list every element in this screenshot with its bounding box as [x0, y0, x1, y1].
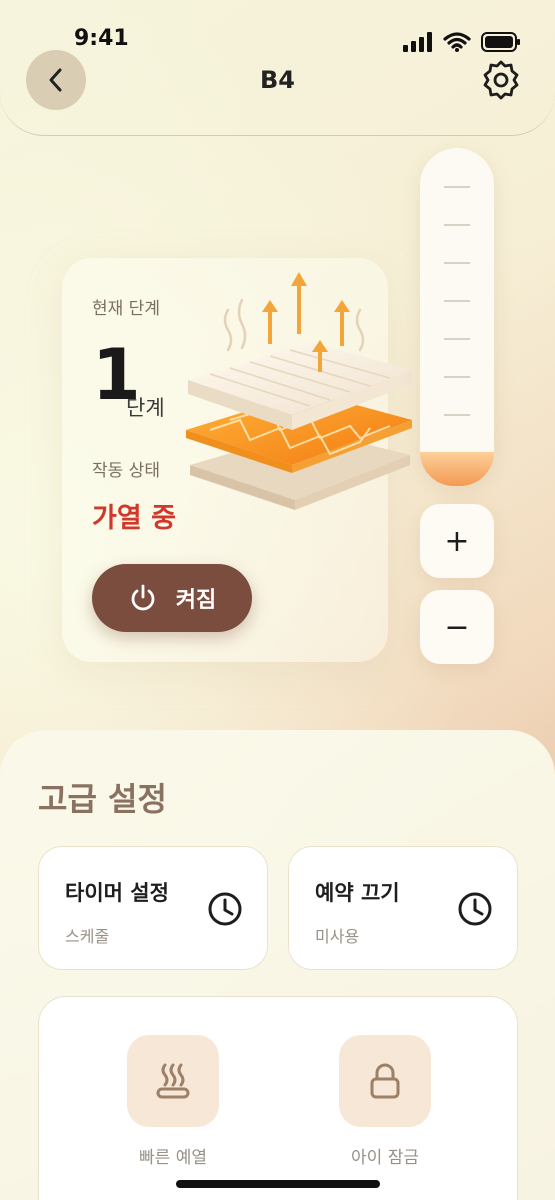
- heat-waves-icon: [156, 1063, 190, 1099]
- heater-pad-illustration: [186, 272, 412, 510]
- power-button[interactable]: 켜짐: [92, 564, 252, 632]
- settings-button[interactable]: [479, 58, 523, 102]
- quick-actions-panel: 빠른 예열 아이 잠금: [38, 996, 518, 1200]
- minus-icon: −: [444, 609, 470, 645]
- clock-icon: [208, 892, 242, 926]
- slider-fill-level: [420, 452, 494, 486]
- operation-status-value: 가열 중: [92, 503, 176, 534]
- child-lock-label: 아이 잠금: [351, 1148, 419, 1168]
- slider-tick: [444, 414, 470, 416]
- stage-unit: 단계: [126, 396, 165, 420]
- decrease-level-button[interactable]: −: [420, 590, 494, 664]
- operation-status-label: 작동 상태: [92, 461, 160, 481]
- plus-icon: +: [444, 523, 470, 559]
- reservation-off-card[interactable]: 예약 끄기 미사용: [288, 846, 518, 970]
- slider-tick: [444, 338, 470, 340]
- wifi-icon: [443, 32, 471, 52]
- signal-icon: [403, 32, 432, 52]
- slider-tick: [444, 224, 470, 226]
- quick-preheat-button[interactable]: [127, 1035, 219, 1127]
- timer-setting-title: 타이머 설정: [65, 881, 169, 905]
- level-slider[interactable]: [420, 148, 494, 486]
- lock-icon: [370, 1063, 400, 1099]
- status-icons: [403, 32, 521, 52]
- gear-icon: [483, 60, 519, 100]
- status-time: 9:41: [74, 26, 129, 51]
- slider-tick: [444, 300, 470, 302]
- clock-icon: [458, 892, 492, 926]
- reservation-off-subtitle: 미사용: [315, 927, 360, 946]
- slider-tick: [444, 262, 470, 264]
- slider-tick: [444, 186, 470, 188]
- increase-level-button[interactable]: +: [420, 504, 494, 578]
- timer-setting-card[interactable]: 타이머 설정 스케줄: [38, 846, 268, 970]
- status-bar: 9:41: [0, 0, 555, 60]
- reservation-off-title: 예약 끄기: [315, 881, 400, 905]
- battery-icon: [481, 32, 520, 52]
- power-icon: [131, 584, 155, 611]
- quick-preheat-label: 빠른 예열: [139, 1148, 207, 1168]
- advanced-settings-panel: 고급 설정 타이머 설정 스케줄 예약 끄기 미사용 빠른 예열 아이 잠금: [0, 730, 555, 1200]
- slider-tick: [444, 376, 470, 378]
- advanced-settings-title: 고급 설정: [38, 780, 167, 818]
- home-indicator: [176, 1180, 380, 1188]
- page-title: B4: [260, 66, 295, 94]
- timer-setting-subtitle: 스케줄: [65, 927, 110, 946]
- child-lock-button[interactable]: [339, 1035, 431, 1127]
- power-button-label: 켜짐: [175, 588, 217, 613]
- current-stage-label: 현재 단계: [92, 299, 160, 319]
